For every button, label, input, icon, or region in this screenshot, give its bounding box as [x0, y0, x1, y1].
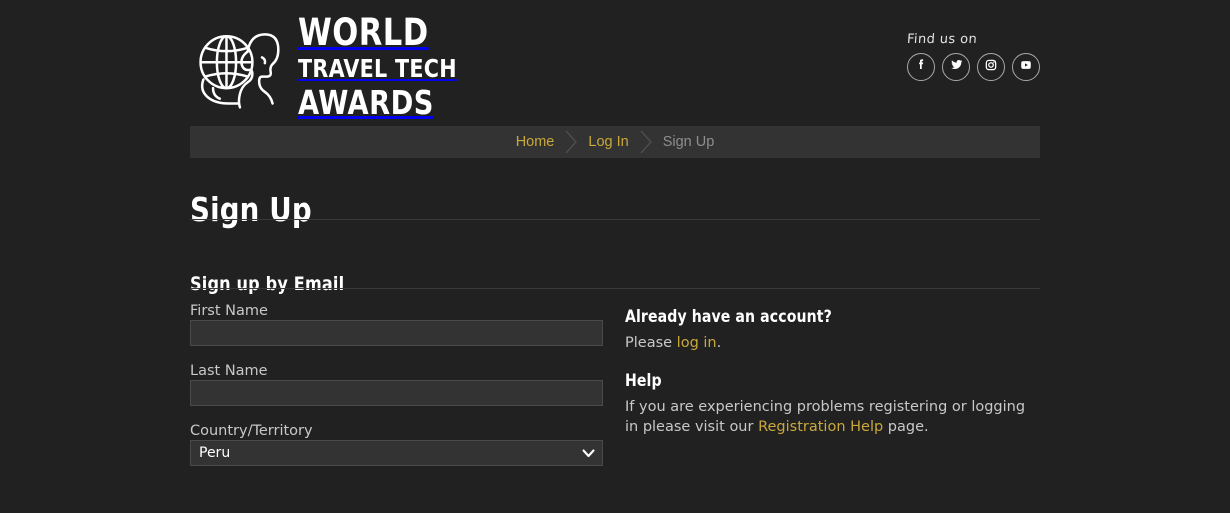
- facebook-icon: [913, 57, 929, 78]
- country-select-value: Peru: [199, 445, 231, 461]
- title-divider: [190, 219, 1040, 220]
- breadcrumb-list: Home Log In Sign Up: [514, 129, 717, 155]
- facebook-link[interactable]: [907, 53, 935, 81]
- chevron-down-icon: [582, 440, 595, 466]
- breadcrumb-item-signup: Sign Up: [662, 134, 715, 150]
- last-name-input[interactable]: [190, 380, 603, 406]
- info-sidebar: Already have an account? Please log in. …: [625, 307, 1040, 438]
- country-label: Country/Territory: [190, 423, 313, 439]
- logo-line-world: WORLD: [298, 11, 429, 54]
- login-prompt-after: .: [716, 335, 722, 351]
- twitter-link[interactable]: [942, 53, 970, 81]
- registration-help-link[interactable]: Registration Help: [758, 419, 883, 435]
- social-icon-row: [907, 53, 1040, 81]
- help-heading: Help: [625, 370, 662, 390]
- first-name-label: First Name: [190, 303, 268, 319]
- logo-wordmark: WORLD TRAVEL TECH AWARDS: [298, 14, 471, 119]
- login-prompt-before: Please: [625, 335, 677, 351]
- country-select[interactable]: Peru: [190, 440, 603, 466]
- page-root: WORLD TRAVEL TECH AWARDS Find us on Home…: [0, 0, 1230, 513]
- section-title-signup-by-email: Sign up by Email: [190, 272, 345, 295]
- page-title: Sign Up: [190, 190, 312, 230]
- chevron-right-icon: [556, 129, 586, 155]
- breadcrumb-item-login[interactable]: Log In: [586, 134, 630, 150]
- section-divider: [190, 288, 1040, 289]
- header-container: WORLD TRAVEL TECH AWARDS Find us on: [190, 0, 1040, 120]
- log-in-link[interactable]: log in: [677, 335, 717, 351]
- youtube-link[interactable]: [1012, 53, 1040, 81]
- breadcrumb-item-home[interactable]: Home: [514, 134, 557, 150]
- help-text-after: page.: [883, 419, 929, 435]
- twitter-icon: [948, 56, 965, 78]
- logo-line-awards: AWARDS: [298, 83, 434, 122]
- signup-form: First Name Last Name Country/Territory P…: [190, 302, 603, 466]
- login-prompt-text: Please log in.: [625, 333, 1040, 354]
- instagram-link[interactable]: [977, 53, 1005, 81]
- country-select-wrapper[interactable]: Peru: [190, 440, 603, 466]
- last-name-label: Last Name: [190, 363, 268, 379]
- breadcrumb: Home Log In Sign Up: [190, 126, 1040, 158]
- social-label: Find us on: [906, 32, 978, 47]
- help-text: If you are experiencing problems registe…: [625, 397, 1040, 438]
- site-logo[interactable]: WORLD TRAVEL TECH AWARDS: [190, 14, 471, 119]
- chevron-right-icon: [631, 129, 661, 155]
- youtube-icon: [1018, 57, 1034, 78]
- already-have-account-heading: Already have an account?: [625, 307, 832, 326]
- logo-line-travel-tech: TRAVEL TECH: [298, 54, 457, 83]
- social-links: Find us on: [906, 30, 1040, 81]
- first-name-input[interactable]: [190, 320, 603, 346]
- site-header: WORLD TRAVEL TECH AWARDS Find us on: [190, 0, 1040, 120]
- globe-head-logo-icon: [190, 19, 286, 115]
- instagram-icon: [983, 57, 999, 78]
